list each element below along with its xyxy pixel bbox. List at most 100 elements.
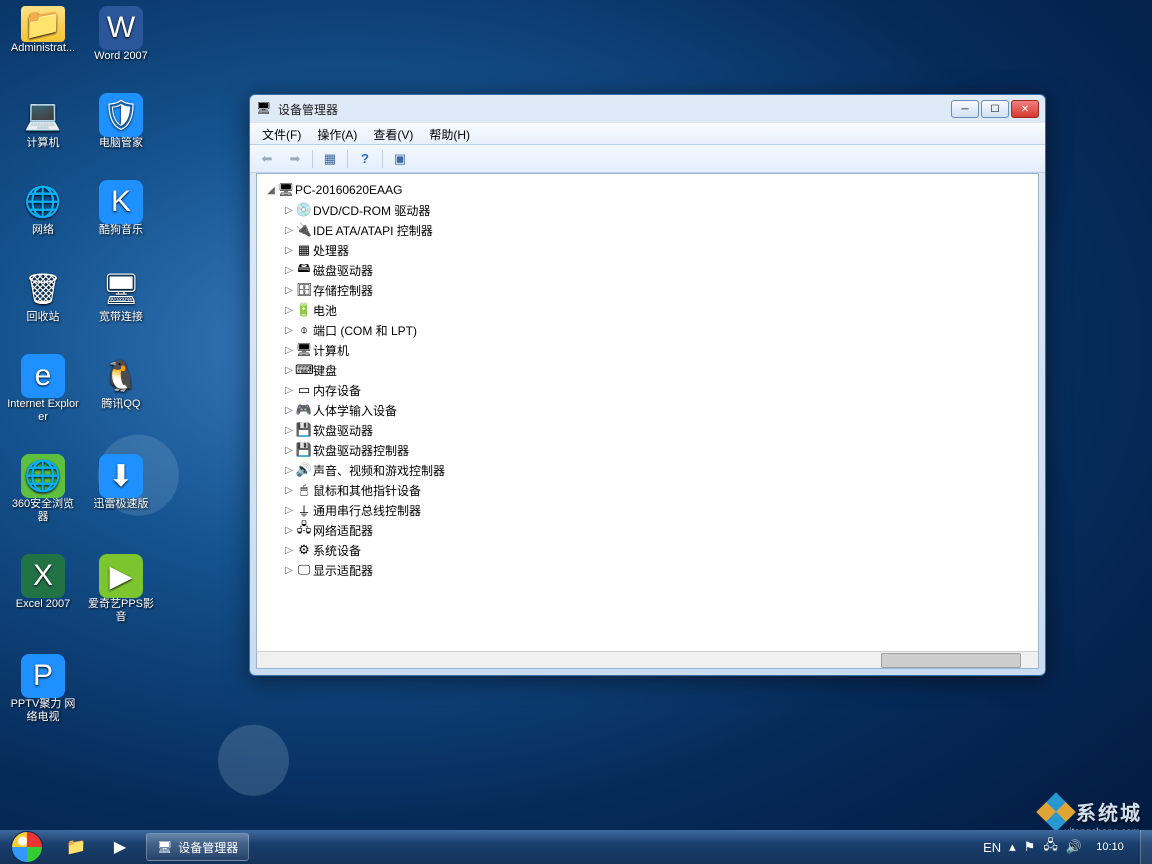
pinned-media[interactable]: ▶ <box>99 833 141 861</box>
node-label: 内存设备 <box>313 382 361 399</box>
tree-content[interactable]: ◢🖥PC-20160620EAAG▷💿DVD/CD-ROM 驱动器▷🔌IDE A… <box>256 173 1039 669</box>
expand-icon[interactable]: ▷ <box>283 525 295 536</box>
expand-icon[interactable]: ▷ <box>283 485 295 496</box>
category-icon: ⌽ <box>295 322 313 338</box>
help-button[interactable]: ? <box>354 148 376 170</box>
tree-node[interactable]: ▷🔌IDE ATA/ATAPI 控制器 <box>283 220 1034 240</box>
node-label: 通用串行总线控制器 <box>313 502 421 519</box>
expand-icon[interactable]: ▷ <box>283 245 295 256</box>
expand-icon[interactable]: ▷ <box>283 225 295 236</box>
desktop-icon-broadband[interactable]: 🖥宽带连接 <box>84 267 158 324</box>
maximize-button[interactable]: ☐ <box>981 100 1009 118</box>
taskbar-item-devmgr[interactable]: 🖥 设备管理器 <box>146 833 249 861</box>
show-desktop-button[interactable] <box>1140 830 1152 864</box>
start-button[interactable] <box>0 830 54 864</box>
desktop-icon-kugou[interactable]: K酷狗音乐 <box>84 180 158 237</box>
network-icon: 🌐 <box>21 180 65 224</box>
tray-flag-icon[interactable]: ⚑ <box>1024 839 1036 855</box>
tree-node[interactable]: ▷💾软盘驱动器控制器 <box>283 440 1034 460</box>
category-icon: 🔋 <box>295 302 313 318</box>
expand-icon[interactable]: ▷ <box>283 325 295 336</box>
minimize-button[interactable]: ─ <box>951 100 979 118</box>
expand-icon[interactable]: ▷ <box>283 445 295 456</box>
expand-icon[interactable]: ▷ <box>283 265 295 276</box>
collapse-icon[interactable]: ◢ <box>265 185 277 196</box>
expand-icon[interactable]: ▷ <box>283 505 295 516</box>
back-button[interactable]: ⬅ <box>256 148 278 170</box>
pinned-explorer[interactable]: 📁 <box>55 833 97 861</box>
tree-node[interactable]: ▷🗄存储控制器 <box>283 280 1034 300</box>
expand-icon[interactable]: ▷ <box>283 385 295 396</box>
tree-root-node[interactable]: ◢🖥PC-20160620EAAG <box>265 180 1034 200</box>
desktop-icon-word2007[interactable]: WWord 2007 <box>84 6 158 63</box>
horizontal-scrollbar[interactable] <box>257 651 1038 668</box>
tree-node[interactable]: ▷🎮人体学输入设备 <box>283 400 1034 420</box>
desktop-icon-computer[interactable]: 💻计算机 <box>6 93 80 150</box>
expand-icon[interactable]: ▷ <box>283 365 295 376</box>
tree-node[interactable]: ▷🖧网络适配器 <box>283 520 1034 540</box>
expand-icon[interactable]: ▷ <box>283 405 295 416</box>
expand-icon[interactable]: ▷ <box>283 285 295 296</box>
tree-node[interactable]: ▷⌨键盘 <box>283 360 1034 380</box>
expand-icon[interactable]: ▷ <box>283 565 295 576</box>
desktop-icon-pptv[interactable]: PPPTV聚力 网络电视 <box>6 654 80 724</box>
tree-node[interactable]: ▷🖵显示适配器 <box>283 560 1034 580</box>
tray-volume-icon[interactable]: 🔊 <box>1066 839 1082 855</box>
properties-button[interactable]: ▦ <box>319 148 341 170</box>
desktop-icon-ie[interactable]: eInternet Explorer <box>6 354 80 424</box>
node-label: 软盘驱动器控制器 <box>313 442 409 459</box>
desktop-icon-recyclebin[interactable]: 🗑回收站 <box>6 267 80 324</box>
forward-button[interactable]: ➡ <box>284 148 306 170</box>
task-icon: 🖥 <box>157 840 172 854</box>
recyclebin-icon: 🗑 <box>21 267 65 311</box>
expand-icon[interactable]: ▷ <box>283 425 295 436</box>
expand-icon[interactable]: ▷ <box>283 545 295 556</box>
tree-node[interactable]: ▷💿DVD/CD-ROM 驱动器 <box>283 200 1034 220</box>
word2007-icon: W <box>99 6 143 50</box>
scan-button[interactable]: ▣ <box>389 148 411 170</box>
expand-icon[interactable]: ▷ <box>283 305 295 316</box>
node-label: IDE ATA/ATAPI 控制器 <box>313 222 433 239</box>
scrollbar-thumb[interactable] <box>881 653 1021 668</box>
tree-node[interactable]: ▷▦处理器 <box>283 240 1034 260</box>
tree-node[interactable]: ▷🔋电池 <box>283 300 1034 320</box>
tree-node[interactable]: ▷⌽端口 (COM 和 LPT) <box>283 320 1034 340</box>
tree-node[interactable]: ▷🔊声音、视频和游戏控制器 <box>283 460 1034 480</box>
menu-action[interactable]: 操作(A) <box>311 124 363 145</box>
tree-node[interactable]: ▷🖴磁盘驱动器 <box>283 260 1034 280</box>
expand-icon[interactable]: ▷ <box>283 465 295 476</box>
desktop-icon-administrator[interactable]: 📁Administrat... <box>6 6 80 63</box>
desktop-icon-xunlei[interactable]: ⬇迅雷极速版 <box>84 454 158 524</box>
expand-icon[interactable]: ▷ <box>283 345 295 356</box>
icon-label: 迅雷极速版 <box>94 498 149 511</box>
clock[interactable]: 10:10 <box>1090 841 1130 853</box>
titlebar[interactable]: 🖥 设备管理器 ─ ☐ ✕ <box>250 95 1045 123</box>
desktop-icon-qq[interactable]: 🐧腾讯QQ <box>84 354 158 424</box>
tree-node[interactable]: ▷▭内存设备 <box>283 380 1034 400</box>
tree-node[interactable]: ▷🖱鼠标和其他指针设备 <box>283 480 1034 500</box>
desktop-icon-network[interactable]: 🌐网络 <box>6 180 80 237</box>
icon-label: 宽带连接 <box>99 311 143 324</box>
icon-label: PPTV聚力 网络电视 <box>7 698 79 724</box>
node-label: 鼠标和其他指针设备 <box>313 482 421 499</box>
icon-label: 电脑管家 <box>99 137 143 150</box>
desktop-icon-pcmanager[interactable]: 🛡电脑管家 <box>84 93 158 150</box>
window-title: 设备管理器 <box>278 101 951 118</box>
desktop-icon-iqiyi[interactable]: ▶爱奇艺PPS影音 <box>84 554 158 624</box>
expand-icon[interactable]: ▷ <box>283 205 295 216</box>
lang-indicator[interactable]: EN <box>983 840 1001 855</box>
menu-view[interactable]: 查看(V) <box>367 124 419 145</box>
tree-node[interactable]: ▷💾软盘驱动器 <box>283 420 1034 440</box>
desktop-icon-excel2007[interactable]: XExcel 2007 <box>6 554 80 624</box>
menu-help[interactable]: 帮助(H) <box>423 124 476 145</box>
tray-chevron-icon[interactable]: ▴ <box>1009 839 1016 855</box>
desktop-icon-360browser[interactable]: 🌐360安全浏览器 <box>6 454 80 524</box>
toolbar-separator <box>382 150 383 168</box>
tree-node[interactable]: ▷⚙系统设备 <box>283 540 1034 560</box>
360browser-icon: 🌐 <box>21 454 65 498</box>
tray-network-icon[interactable]: 🖧 <box>1043 836 1058 858</box>
menu-file[interactable]: 文件(F) <box>256 124 307 145</box>
close-button[interactable]: ✕ <box>1011 100 1039 118</box>
tree-node[interactable]: ▷⏚通用串行总线控制器 <box>283 500 1034 520</box>
tree-node[interactable]: ▷🖥计算机 <box>283 340 1034 360</box>
